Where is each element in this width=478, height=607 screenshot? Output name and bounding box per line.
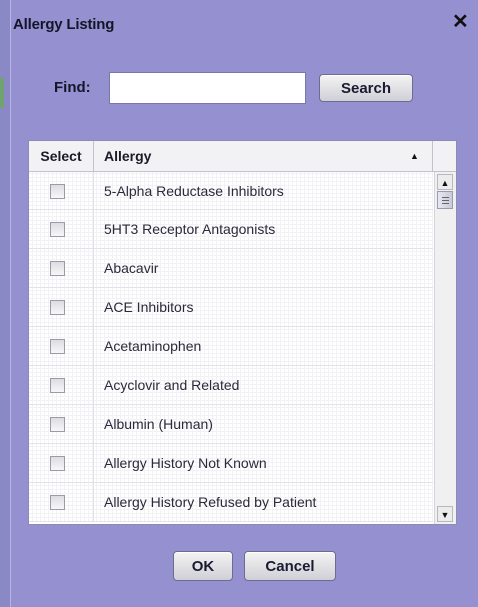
select-cell <box>29 249 94 287</box>
table-header: Select Allergy ▲ <box>29 141 456 172</box>
allergy-name: 5HT3 Receptor Antagonists <box>104 221 276 237</box>
ok-button[interactable]: OK <box>173 551 233 581</box>
scroll-down-arrow-icon[interactable]: ▼ <box>437 506 453 522</box>
column-header-allergy[interactable]: Allergy ▲ <box>95 141 433 171</box>
find-label: Find: <box>54 79 91 96</box>
sort-ascending-icon: ▲ <box>410 151 419 161</box>
select-checkbox[interactable] <box>50 222 65 237</box>
close-icon[interactable]: ✕ <box>452 12 469 32</box>
find-input[interactable] <box>109 72 306 104</box>
table-row[interactable]: Albumin (Human) <box>29 405 433 444</box>
select-checkbox[interactable] <box>50 456 65 471</box>
select-cell <box>29 483 94 521</box>
background-edge <box>0 78 4 108</box>
select-cell <box>29 210 94 248</box>
table-row[interactable]: Allergy History Refused by Patient <box>29 483 433 522</box>
allergy-name: 5-Alpha Reductase Inhibitors <box>104 182 284 199</box>
select-cell <box>29 288 94 326</box>
table-row[interactable]: Abacavir <box>29 249 433 288</box>
select-checkbox[interactable] <box>50 261 65 276</box>
allergy-name: Acyclovir and Related <box>104 377 240 393</box>
select-checkbox[interactable] <box>50 184 65 199</box>
scroll-up-arrow-icon[interactable]: ▲ <box>437 174 453 190</box>
allergy-name: Albumin (Human) <box>104 416 213 432</box>
select-checkbox[interactable] <box>50 339 65 354</box>
column-header-select[interactable]: Select <box>29 141 94 171</box>
select-checkbox[interactable] <box>50 495 65 510</box>
dialog-title: Allergy Listing <box>13 16 115 33</box>
allergy-name: ACE Inhibitors <box>104 299 194 315</box>
grip-line <box>442 197 449 198</box>
scrollbar-thumb[interactable] <box>437 191 453 209</box>
select-checkbox[interactable] <box>50 300 65 315</box>
column-header-allergy-label: Allergy <box>104 148 152 164</box>
allergy-name: Acetaminophen <box>104 338 202 354</box>
grip-line <box>442 203 449 204</box>
search-button[interactable]: Search <box>319 74 413 102</box>
grip-line <box>442 200 449 201</box>
table-body: 5-Alpha Reductase Inhibitors 5HT3 Recept… <box>29 172 433 524</box>
table-row[interactable]: ACE Inhibitors <box>29 288 433 327</box>
select-cell <box>29 405 94 443</box>
table-row[interactable]: Acetaminophen <box>29 327 433 366</box>
table-row[interactable]: 5-Alpha Reductase Inhibitors <box>29 172 433 210</box>
select-cell <box>29 444 94 482</box>
allergy-name: Allergy History Not Known <box>104 455 267 471</box>
vertical-scrollbar[interactable]: ▲ ▼ <box>434 172 456 524</box>
allergy-name: Abacavir <box>104 260 159 276</box>
select-checkbox[interactable] <box>50 378 65 393</box>
select-cell <box>29 366 94 404</box>
allergy-name: Allergy History Refused by Patient <box>104 494 317 510</box>
select-checkbox[interactable] <box>50 417 65 432</box>
table-row[interactable]: Acyclovir and Related <box>29 366 433 405</box>
select-cell <box>29 172 94 209</box>
allergy-table: Select Allergy ▲ 5-Alpha Reductase Inhib… <box>28 140 457 525</box>
allergy-listing-dialog: Allergy Listing ✕ Find: Search Select Al… <box>10 0 478 607</box>
cancel-button[interactable]: Cancel <box>244 551 336 581</box>
table-row[interactable]: Allergy History Not Known <box>29 444 433 483</box>
table-row[interactable]: 5HT3 Receptor Antagonists <box>29 210 433 249</box>
select-cell <box>29 327 94 365</box>
